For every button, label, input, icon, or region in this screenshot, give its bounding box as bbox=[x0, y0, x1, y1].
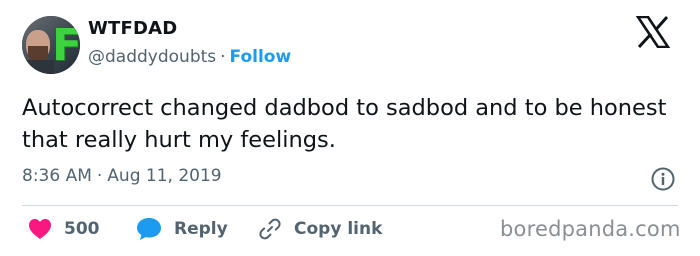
heart-icon bbox=[29, 219, 51, 239]
author-handle-row: @daddydoubts · Follow bbox=[88, 47, 291, 67]
link-icon bbox=[259, 218, 281, 240]
copy-link-button[interactable]: Copy link bbox=[258, 214, 382, 244]
info-icon[interactable] bbox=[650, 166, 676, 192]
divider bbox=[22, 205, 678, 206]
author-display-name[interactable]: WTFDAD bbox=[88, 18, 177, 39]
reply-label: Reply bbox=[174, 219, 228, 239]
copy-link-label: Copy link bbox=[294, 219, 383, 239]
x-logo-icon[interactable] bbox=[636, 16, 670, 48]
author-handle[interactable]: @daddydoubts bbox=[88, 47, 216, 67]
avatar[interactable]: F bbox=[22, 16, 80, 74]
like-button[interactable]: 500 bbox=[28, 214, 100, 244]
follow-button[interactable]: Follow bbox=[230, 47, 292, 67]
action-bar: 500 Reply Copy link bbox=[22, 214, 462, 246]
separator-dot: · bbox=[220, 47, 226, 67]
tweet-date: Aug 11, 2019 bbox=[107, 166, 222, 186]
tweet-time: 8:36 AM bbox=[22, 166, 92, 186]
avatar-letter-f-logo: F bbox=[52, 20, 80, 71]
like-count: 500 bbox=[64, 219, 100, 239]
reply-button[interactable]: Reply bbox=[136, 214, 228, 244]
tweet-timestamp[interactable]: 8:36 AM · Aug 11, 2019 bbox=[22, 166, 222, 186]
tweet-text: Autocorrect changed dadbod to sadbod and… bbox=[22, 95, 667, 153]
watermark: boredpanda.com bbox=[500, 217, 681, 241]
tweet-card: F WTFDAD @daddydoubts · Follow Autocorrect… bbox=[0, 0, 700, 256]
timestamp-separator: · bbox=[96, 166, 103, 186]
speech-bubble-icon bbox=[137, 218, 161, 240]
avatar-shirt bbox=[22, 60, 54, 74]
